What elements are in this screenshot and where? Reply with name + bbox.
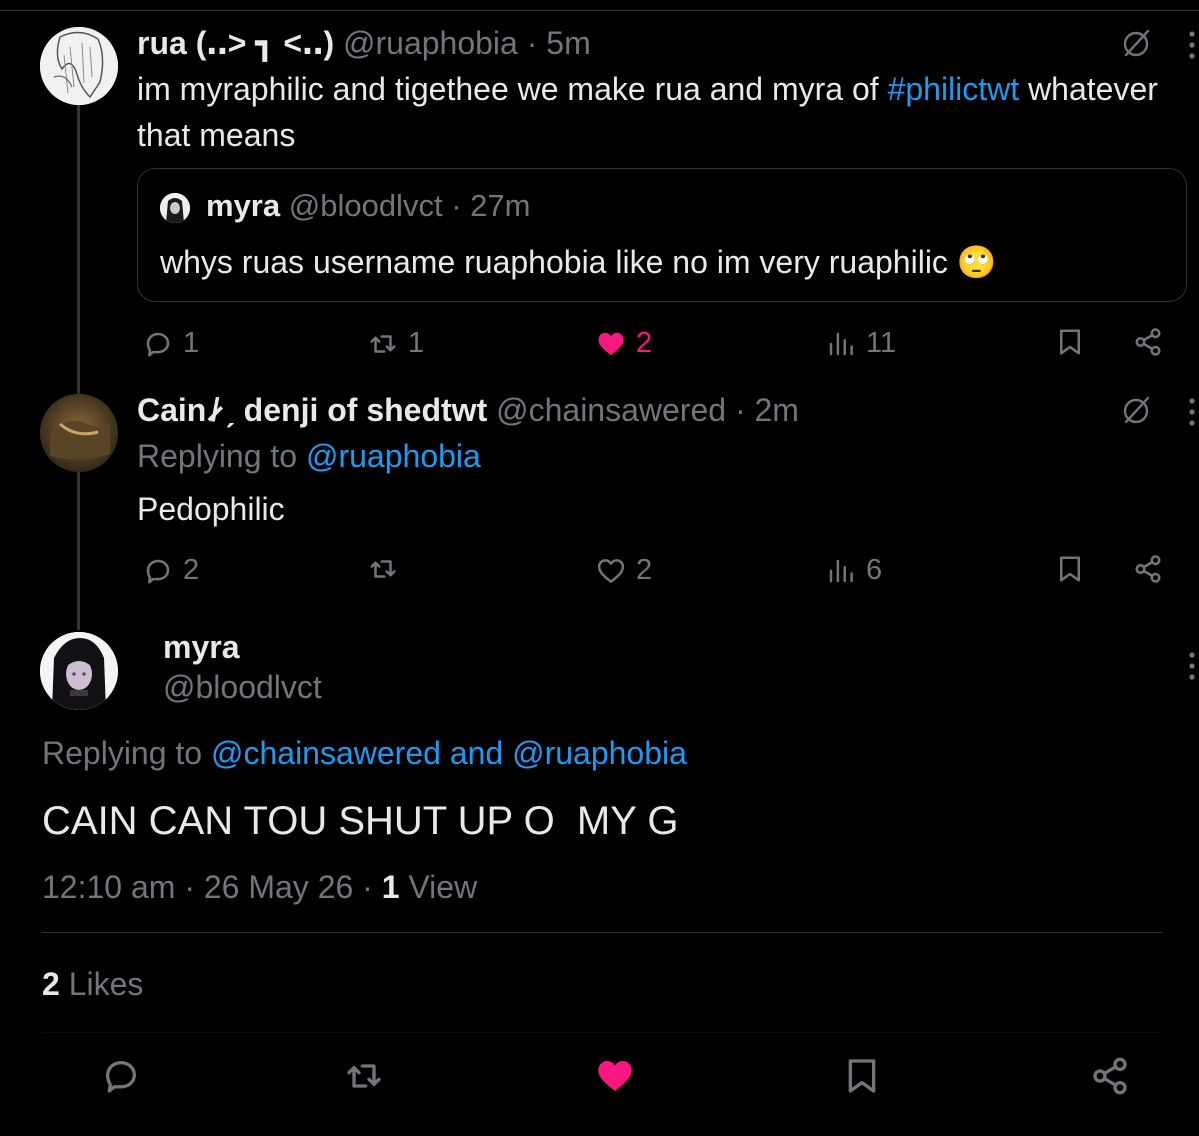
quote-header: myra @bloodlvct · 27m: [206, 187, 530, 225]
more-vertical-icon[interactable]: [1188, 30, 1196, 60]
thread-line: [77, 105, 80, 395]
views-icon: [829, 559, 853, 582]
share-button[interactable]: [1133, 554, 1163, 584]
tweet-text: Pedophilic: [137, 491, 285, 527]
bookmark-icon: [1060, 329, 1080, 355]
hashtag-link[interactable]: #philictwt: [888, 71, 1020, 107]
replying-prefix: Replying to: [42, 735, 211, 771]
handle[interactable]: @ruaphobia: [343, 25, 518, 61]
handle[interactable]: @chainsawered: [496, 392, 726, 428]
quote-handle: @bloodlvct: [288, 188, 443, 223]
grok-icon[interactable]: [1121, 394, 1153, 426]
thread-line: [77, 472, 80, 630]
like-count: 2: [636, 327, 653, 359]
bookmark-icon: [1060, 556, 1080, 582]
repost-icon: [370, 334, 396, 353]
grok-icon[interactable]: [1121, 27, 1153, 59]
heart-icon: [597, 558, 625, 583]
mention-link[interactable]: @ruaphobia: [306, 438, 481, 474]
rolling-eyes-emoji: 🙄: [956, 243, 997, 281]
tweet-header: Cain ̷̸̷̸ ˏ denji of shedtwt @chainsawer…: [137, 391, 799, 429]
views-label: View: [399, 869, 478, 905]
divider: [42, 1032, 1162, 1033]
like-count: 2: [636, 554, 653, 586]
reply-button[interactable]: 1: [143, 327, 199, 360]
replying-to: Replying to @ruaphobia: [137, 436, 481, 476]
reply-icon: [146, 559, 170, 583]
replying-to: Replying to @chainsawered and @ruaphobia: [42, 733, 687, 773]
share-button[interactable]: [1133, 327, 1163, 357]
share-icon: [1135, 328, 1161, 356]
repost-count: 1: [408, 327, 425, 359]
more-vertical-icon[interactable]: [1188, 397, 1196, 427]
quote-timestamp: · 27m: [451, 188, 531, 223]
views-button[interactable]: 6: [826, 554, 882, 587]
handle[interactable]: @bloodlvct: [163, 667, 322, 707]
views-count: 11: [866, 327, 897, 359]
views-count: 6: [866, 554, 883, 586]
avatar[interactable]: [40, 632, 118, 710]
mention-link[interactable]: @chainsawered and @ruaphobia: [211, 735, 687, 771]
bookmark-button[interactable]: [1055, 327, 1085, 357]
views-icon: [829, 332, 853, 355]
share-button[interactable]: [1090, 1056, 1130, 1096]
views-button[interactable]: 11: [826, 327, 896, 360]
tweet-text-part: im myraphilic and tigethee we make rua a…: [137, 71, 888, 107]
share-icon: [1093, 1057, 1127, 1095]
reply-button[interactable]: 2: [143, 554, 199, 587]
likes-label: Likes: [59, 966, 144, 1002]
bookmark-button[interactable]: [1055, 554, 1085, 584]
bookmark-button[interactable]: [842, 1056, 882, 1096]
heart-icon: [598, 332, 624, 355]
top-divider: [0, 10, 1199, 11]
likes-summary[interactable]: 2 Likes: [42, 964, 143, 1004]
display-name[interactable]: Cain ̷̸̷̸ ˏ denji of shedtwt: [137, 392, 487, 428]
reply-count: 1: [183, 327, 200, 359]
heart-icon: [598, 1061, 632, 1091]
like-button[interactable]: 2: [596, 554, 652, 587]
repost-icon: [347, 1064, 381, 1088]
like-button[interactable]: [595, 1056, 635, 1096]
timestamp[interactable]: · 2m: [735, 392, 799, 428]
timestamp[interactable]: · 5m: [527, 25, 591, 61]
avatar[interactable]: [40, 27, 118, 105]
reply-count: 2: [183, 554, 200, 586]
display-name[interactable]: rua (‥> ┓ <‥): [137, 25, 334, 61]
reply-icon: [106, 1061, 136, 1093]
repost-button[interactable]: [344, 1056, 384, 1096]
repost-button[interactable]: 1: [368, 327, 424, 360]
quote-display-name: myra: [206, 188, 281, 223]
reply-button[interactable]: [101, 1056, 141, 1096]
tweet-timestamp[interactable]: 12:10 am · 26 May 26 ·: [42, 869, 382, 905]
quote-text-body: whys ruas username ruaphobia like no im …: [160, 244, 948, 280]
main-tweet-text: CAIN CAN TOU SHUT UP O MY G: [42, 799, 679, 843]
repost-icon: [370, 560, 396, 578]
quote-avatar: [160, 193, 190, 223]
repost-button[interactable]: [368, 554, 408, 584]
tweet-header: rua (‥> ┓ <‥) @ruaphobia · 5m: [137, 24, 591, 62]
like-button[interactable]: 2: [596, 327, 652, 360]
tweet-text: im myraphilic and tigethee we make rua a…: [137, 66, 1177, 158]
avatar[interactable]: [40, 394, 118, 472]
replying-prefix: Replying to: [137, 438, 306, 474]
tweet-meta: 12:10 am · 26 May 26 · 1 View: [42, 867, 477, 907]
quote-text: whys ruas username ruaphobia like no im …: [160, 241, 997, 283]
quote-tweet-card[interactable]: myra @bloodlvct · 27m whys ruas username…: [137, 168, 1187, 302]
likes-count: 2: [42, 966, 60, 1002]
more-vertical-icon[interactable]: [1188, 651, 1196, 681]
views-count: 1: [381, 869, 400, 905]
reply-icon: [146, 332, 170, 356]
divider: [42, 932, 1162, 933]
share-icon: [1135, 555, 1161, 583]
bookmark-icon: [848, 1059, 876, 1093]
display-name[interactable]: myra: [163, 627, 240, 667]
